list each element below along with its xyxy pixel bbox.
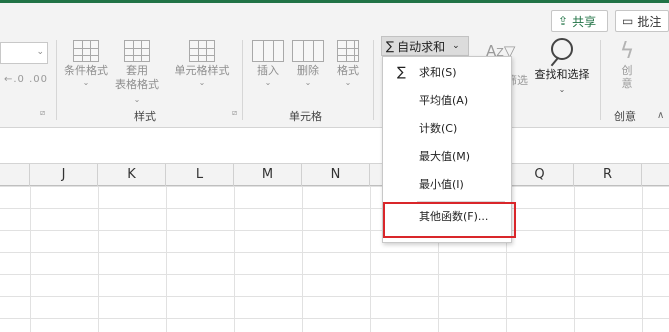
format-as-table-button[interactable]: 套用 表格格式 ⌄ [112, 40, 162, 107]
chevron-down-icon: ⌄ [133, 95, 141, 104]
share-button[interactable]: ⇪ 共享 [551, 10, 608, 32]
column-header-q[interactable]: Q [506, 164, 574, 186]
divider [600, 40, 601, 120]
grid-line [370, 186, 371, 332]
menu-item-count[interactable]: 计数(C) [383, 117, 511, 141]
insert-button[interactable]: 插入 ⌄ [250, 40, 286, 88]
sigma-icon: ∑ [386, 39, 395, 53]
grid-line [166, 186, 167, 332]
lightning-icon: ϟ [619, 39, 635, 64]
table-format-icon [124, 40, 150, 62]
divider [56, 40, 57, 120]
column-header-row: J K L M N O P Q R [0, 164, 669, 186]
insert-cells-icon [252, 40, 284, 62]
comment-label: 批注 [637, 14, 662, 29]
format-cells-icon [337, 40, 359, 62]
column-header-r[interactable]: R [574, 164, 642, 186]
chevron-down-icon: ⌄ [558, 85, 566, 94]
menu-item-min[interactable]: 最小值(I) [383, 173, 511, 197]
column-header-m[interactable]: M [234, 164, 302, 186]
conditional-format-icon [73, 40, 99, 62]
grid-line [642, 186, 643, 332]
decimal-buttons-icon[interactable]: ←.0 .00 [4, 74, 48, 85]
chevron-down-icon: ⌄ [452, 41, 460, 51]
grid-line [30, 186, 31, 332]
title-bar: ⇪ 共享 ▭ 批注 [0, 0, 669, 34]
menu-item-average[interactable]: 平均值(A) [383, 89, 511, 113]
divider [242, 40, 243, 120]
grid-line [302, 186, 303, 332]
dialog-launcher-icon[interactable]: ⧄ [232, 108, 237, 118]
column-header-n[interactable]: N [302, 164, 370, 186]
share-icon: ⇪ [558, 14, 569, 28]
column-header-partial[interactable] [0, 164, 30, 186]
chevron-down-icon: ⌄ [304, 78, 312, 87]
chevron-down-icon: ⌄ [82, 78, 90, 87]
chevron-down-icon: ⌄ [198, 78, 206, 87]
annotation-highlight-box [383, 202, 516, 238]
column-header-j[interactable]: J [30, 164, 98, 186]
dialog-launcher-icon[interactable]: ⧄ [40, 108, 45, 118]
chevron-down-icon: ⌄ [264, 78, 272, 87]
column-header-l[interactable]: L [166, 164, 234, 186]
search-icon [551, 38, 573, 60]
ideas-button[interactable]: ϟ 创 意 [612, 39, 642, 91]
delete-cells-icon [292, 40, 324, 62]
menu-item-sum[interactable]: ∑ 求和(S) [383, 61, 511, 85]
share-label: 共享 [572, 14, 597, 29]
delete-button[interactable]: 删除 ⌄ [290, 40, 326, 88]
ideas-group-label: 创意 [614, 110, 636, 123]
cell-styles-icon [189, 40, 215, 62]
format-button[interactable]: 格式 ⌄ [330, 40, 366, 88]
sigma-icon: ∑ [397, 65, 406, 80]
number-format-dropdown[interactable]: ⌄ [0, 42, 48, 64]
chevron-down-icon: ⌄ [36, 47, 44, 57]
grid-line [98, 186, 99, 332]
find-select-button[interactable]: 查找和选择 ⌄ [533, 38, 591, 95]
grid-line [574, 186, 575, 332]
divider [373, 40, 374, 120]
comment-button[interactable]: ▭ 批注 [615, 10, 669, 32]
comment-icon: ▭ [622, 14, 634, 28]
styles-group-label: 样式 [134, 110, 156, 123]
conditional-format-button[interactable]: 条件格式 ⌄ [62, 40, 110, 88]
grid-line [234, 186, 235, 332]
cells-group-label: 单元格 [289, 110, 322, 123]
collapse-ribbon-icon[interactable]: ∧ [657, 110, 664, 121]
formula-bar[interactable] [0, 128, 669, 164]
spreadsheet-grid[interactable] [0, 186, 669, 332]
menu-item-max[interactable]: 最大值(M) [383, 145, 511, 169]
chevron-down-icon: ⌄ [344, 78, 352, 87]
autosum-button[interactable]: ∑ 自动求和 ⌄ [381, 36, 469, 56]
cell-styles-button[interactable]: 单元格样式 ⌄ [172, 40, 232, 88]
ribbon: ⌄ ←.0 .00 ⧄ 条件格式 ⌄ 套用 表格格式 ⌄ 单元格样式 ⌄ 样式 … [0, 34, 669, 128]
column-header-k[interactable]: K [98, 164, 166, 186]
